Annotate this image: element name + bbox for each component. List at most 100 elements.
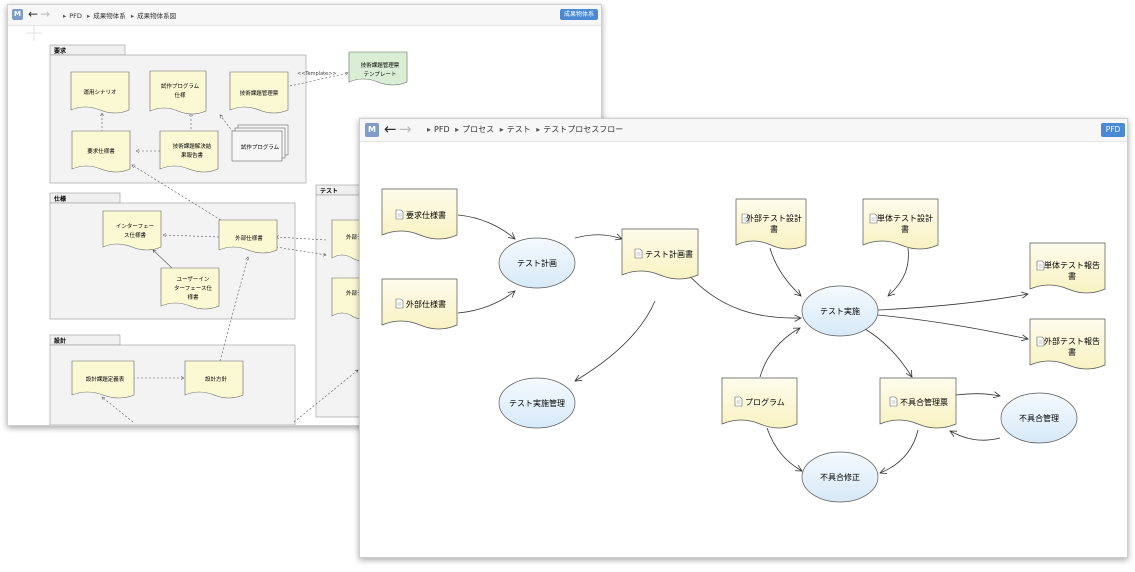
doc-label: 書 bbox=[1068, 271, 1076, 281]
flow-arrow bbox=[759, 328, 800, 378]
doc-label: 外部テスト報告 bbox=[1044, 336, 1100, 346]
flow-arrow bbox=[877, 314, 1028, 339]
process-test-exec-mgmt[interactable]: テスト実施管理 bbox=[498, 377, 576, 429]
flow-arrow bbox=[864, 328, 912, 377]
doc-label: インターフェー bbox=[116, 222, 154, 230]
breadcrumb: ▸ PFD ▸ 成果物体系 ▸ 成果物体系図 bbox=[60, 10, 176, 20]
app-icon[interactable]: M bbox=[12, 9, 23, 20]
doc-label: 果報告書 bbox=[181, 151, 204, 159]
doc-label: 書 bbox=[770, 224, 778, 234]
document-ops-scenario[interactable]: 運用シナリオ bbox=[70, 71, 130, 114]
document-unit-test-design[interactable]: 単体テスト設計 書 bbox=[862, 198, 939, 250]
document-interface-spec[interactable]: インターフェー ス仕様書 bbox=[102, 210, 162, 251]
doc-label: 外部テスト設計 bbox=[746, 213, 802, 223]
doc-label: 試作プログラム bbox=[241, 143, 280, 151]
doc-label: 試作プログラム bbox=[161, 82, 200, 90]
document-req-spec[interactable]: 要求仕様書 bbox=[71, 130, 131, 173]
breadcrumb-item[interactable]: PFD bbox=[69, 12, 82, 20]
back-arrow-icon[interactable]: ← bbox=[384, 121, 397, 138]
doc-label: 外部仕様書 bbox=[235, 234, 263, 242]
flow-arrow bbox=[574, 235, 622, 239]
front-window: M ← → ▸ PFD ▸ プロセス ▸ テスト ▸ テストプロセスフロー PFD bbox=[359, 118, 1128, 558]
doc-label: 書 bbox=[901, 224, 909, 234]
doc-label: 書 bbox=[1068, 347, 1076, 357]
breadcrumb-chevron-icon: ▸ bbox=[427, 125, 432, 134]
document-proto-spec[interactable]: 試作プログラム 仕様 bbox=[149, 70, 207, 115]
breadcrumb-chevron-icon: ▸ bbox=[130, 12, 135, 20]
document-template[interactable]: 技術課題管理票 テンプレート bbox=[348, 51, 408, 86]
front-toolbar: M ← → ▸ PFD ▸ プロセス ▸ テスト ▸ テストプロセスフロー PFD bbox=[360, 119, 1127, 142]
breadcrumb-chevron-icon: ▸ bbox=[455, 125, 460, 134]
document-tech-issue-table[interactable]: 技術課題管理票 bbox=[229, 71, 289, 114]
process-defect-mgmt[interactable]: 不具合管理 bbox=[1000, 392, 1078, 444]
crosshair-icon bbox=[26, 26, 42, 41]
doc-label: 外部仕様書 bbox=[406, 299, 446, 309]
flow-arrow bbox=[769, 247, 801, 296]
process-defect-fix[interactable]: 不具合修正 bbox=[801, 451, 879, 503]
doc-label: 単体テスト報告 bbox=[1044, 260, 1100, 270]
breadcrumb-chevron-icon: ▸ bbox=[499, 125, 504, 134]
document-defect-table[interactable]: 不具合管理票 bbox=[879, 377, 957, 429]
doc-label: 運用シナリオ bbox=[83, 89, 116, 96]
process-label: 不具合管理 bbox=[1019, 413, 1059, 423]
back-arrow-icon[interactable]: ← bbox=[28, 7, 38, 21]
document-test-plan[interactable]: テスト計画書 bbox=[621, 228, 699, 280]
breadcrumb-chevron-icon: ▸ bbox=[87, 12, 91, 20]
doc-label: 技術課題管理票 bbox=[240, 89, 279, 97]
forward-arrow-icon[interactable]: → bbox=[40, 7, 50, 21]
doc-label: 様書 bbox=[187, 293, 199, 301]
flow-arrow bbox=[955, 394, 1000, 396]
back-toolbar: M ← → ▸ PFD ▸ 成果物体系 ▸ 成果物体系図 成果物体系 bbox=[8, 5, 601, 26]
breadcrumb-item[interactable]: PFD bbox=[434, 125, 450, 134]
doc-label: 不具合管理票 bbox=[900, 397, 948, 407]
breadcrumb-item[interactable]: テスト bbox=[507, 125, 531, 134]
package-label: 要求 bbox=[54, 47, 67, 55]
process-label: テスト実施管理 bbox=[509, 398, 565, 408]
document-ext-spec[interactable]: 外部仕様書 bbox=[381, 278, 458, 330]
document-ext-test-design[interactable]: 外部テスト設計 書 bbox=[735, 198, 807, 250]
doc-label: ターフェース仕 bbox=[174, 284, 212, 292]
forward-arrow-icon[interactable]: → bbox=[399, 121, 412, 138]
document-ext-test-report[interactable]: 外部テスト報告 書 bbox=[1029, 318, 1106, 370]
package-label: テスト bbox=[320, 188, 338, 195]
flow-arrow bbox=[950, 431, 1001, 441]
flow-arrow bbox=[877, 294, 1028, 311]
document-design-issue-table[interactable]: 設計課題定義表 bbox=[71, 360, 135, 399]
flow-arrow bbox=[457, 291, 515, 314]
process-label: テスト実施 bbox=[820, 306, 860, 316]
app-icon[interactable]: M bbox=[365, 123, 379, 137]
doc-label: プログラム bbox=[745, 397, 785, 407]
breadcrumb-item[interactable]: 成果物体系図 bbox=[137, 12, 176, 20]
package-label: 設計 bbox=[54, 337, 66, 345]
flow-arrow bbox=[888, 247, 909, 296]
document-tech-issue-report[interactable]: 技術課題解決結 果報告書 bbox=[159, 130, 219, 173]
process-label: 不具合修正 bbox=[820, 472, 860, 482]
doc-label: テンプレート bbox=[364, 71, 397, 78]
process-label: テスト計画 bbox=[517, 258, 557, 268]
doc-label: 単体テスト設計 bbox=[877, 213, 933, 223]
breadcrumb-item[interactable]: 成果物体系 bbox=[93, 12, 126, 20]
doc-label: ユーザーイン bbox=[177, 276, 210, 283]
process-test-planning[interactable]: テスト計画 bbox=[498, 237, 576, 289]
document-program[interactable]: プログラム bbox=[721, 377, 798, 429]
doc-label: 技術課題管理票 bbox=[361, 61, 400, 69]
breadcrumb-item[interactable]: プロセス bbox=[462, 125, 494, 134]
document-design-policy[interactable]: 設計方針 bbox=[184, 360, 244, 399]
breadcrumb-item[interactable]: テストプロセスフロー bbox=[543, 125, 623, 134]
diagram-type-tag[interactable]: PFD bbox=[1101, 123, 1125, 137]
flow-arrow bbox=[766, 427, 802, 471]
flow-arrow bbox=[457, 214, 515, 239]
doc-label: 要求仕様書 bbox=[406, 210, 446, 220]
doc-label: 設計課題定義表 bbox=[86, 375, 125, 383]
pfd-diagram: 要求仕様書 外部仕様書 テスト計画書 外部テスト設計 書 単体テスト設計 書 単… bbox=[381, 188, 1106, 503]
doc-label: 要求仕様書 bbox=[87, 147, 115, 155]
diagram-type-tag[interactable]: 成果物体系 bbox=[560, 9, 598, 20]
process-test-execution[interactable]: テスト実施 bbox=[801, 285, 879, 337]
flow-arrow bbox=[684, 270, 801, 318]
document-unit-test-report[interactable]: 単体テスト報告 書 bbox=[1029, 242, 1106, 294]
package-label: 仕様 bbox=[53, 195, 67, 203]
front-canvas: 要求仕様書 外部仕様書 テスト計画書 外部テスト設計 書 単体テスト設計 書 単… bbox=[360, 141, 1127, 557]
document-ui-spec[interactable]: ユーザーイン ターフェース仕 様書 bbox=[160, 267, 220, 310]
document-proto-program[interactable]: 試作プログラム bbox=[231, 124, 289, 162]
document-req-spec[interactable]: 要求仕様書 bbox=[381, 188, 458, 240]
